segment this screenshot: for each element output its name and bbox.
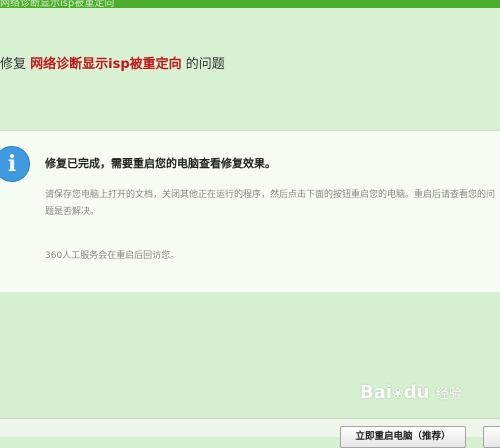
window-titlebar: 网络诊断显示isp被重定向 xyxy=(0,0,500,8)
info-note: 360人工服务会在重启后回访您。 xyxy=(45,251,180,261)
watermark-jingyan: 经验 xyxy=(435,387,462,402)
paw-icon: ❀ xyxy=(392,386,404,402)
watermark-brand: Bai xyxy=(360,382,393,403)
info-panel: i 修复已完成，需要重启您的电脑查看修复效果。 请保存您电脑上打开的文档，关闭其… xyxy=(0,130,500,294)
page-title: 修复 网络诊断显示isp被重定向 的问题 xyxy=(0,53,225,72)
restart-now-button[interactable]: 立即重启电脑（推荐） xyxy=(340,426,466,448)
window-title: 网络诊断显示isp被重定向 xyxy=(0,0,115,8)
info-icon: i xyxy=(0,146,30,182)
page-title-suffix: 的问题 xyxy=(185,57,225,72)
secondary-button[interactable] xyxy=(483,426,500,448)
info-description: 请保存您电脑上打开的文档，关闭其他正在运行的程序，然后点击下面的按钮重启您的电脑… xyxy=(45,190,496,217)
footer-bar: 立即重启电脑（推荐） xyxy=(0,418,500,448)
page-title-highlight: 网络诊断显示isp被重定向 xyxy=(30,57,182,72)
info-heading: 修复已完成，需要重启您的电脑查看修复效果。 xyxy=(45,157,276,170)
header: 修复 网络诊断显示isp被重定向 的问题 xyxy=(0,8,500,130)
page-title-prefix: 修复 xyxy=(0,57,27,72)
watermark-brand2: du xyxy=(403,382,430,403)
watermark-logo: Bai❀du 经验 xyxy=(360,382,462,403)
